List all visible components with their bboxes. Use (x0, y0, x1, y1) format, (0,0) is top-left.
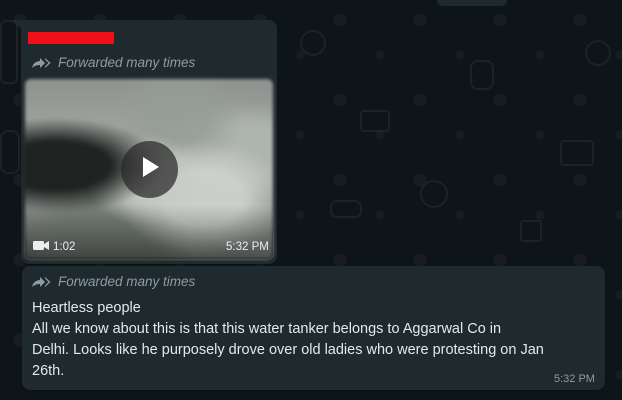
forwarded-label: Forwarded many times (58, 55, 196, 70)
forwarded-indicator: Forwarded many times (32, 55, 195, 70)
wallpaper-doodle (360, 110, 390, 132)
wallpaper-doodle (420, 180, 448, 208)
wallpaper-doodle (560, 140, 594, 166)
forward-double-arrow-icon (32, 57, 52, 69)
message-line: 26th. (32, 363, 65, 379)
previous-message-edge (437, 0, 507, 6)
message-line: All we know about this is that this wate… (32, 321, 502, 337)
video-timestamp: 5:32 PM (226, 241, 269, 253)
wallpaper-doodle (300, 30, 326, 56)
message-line: Heartless people (32, 300, 141, 316)
message-line: Delhi. Looks like he purposely drove ove… (32, 342, 544, 358)
message-timestamp: 5:32 PM (554, 373, 595, 385)
play-button[interactable] (121, 141, 178, 198)
forward-double-arrow-icon (32, 276, 52, 288)
wallpaper-doodle (0, 130, 20, 174)
wallpaper-doodle (585, 40, 611, 66)
redacted-sender-name (28, 32, 114, 44)
video-duration-text: 1:02 (53, 241, 76, 253)
video-camera-icon (33, 240, 49, 254)
wallpaper-doodle (520, 220, 542, 242)
wallpaper-doodle (330, 200, 362, 218)
forwarded-label: Forwarded many times (58, 274, 196, 289)
video-duration: 1:02 (33, 240, 75, 254)
forwarded-indicator: Forwarded many times (32, 274, 195, 289)
play-icon (140, 156, 160, 183)
message-text: Heartless people All we know about this … (32, 298, 598, 382)
wallpaper-doodle (470, 60, 494, 90)
